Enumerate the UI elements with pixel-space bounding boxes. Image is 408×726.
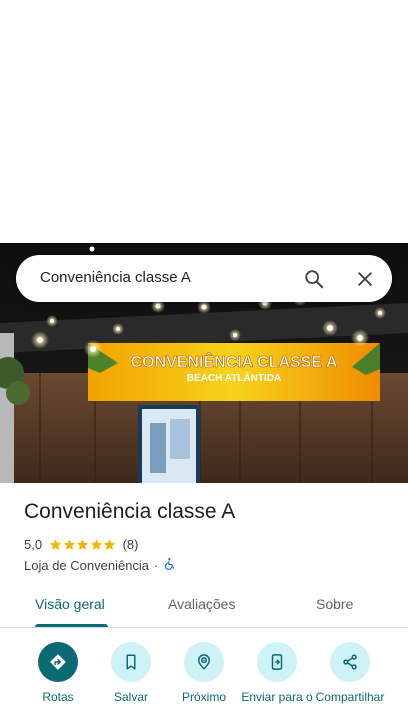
nearby-label: Próximo [181,690,226,704]
place-title: Conveniência classe A [24,500,236,523]
directions-button[interactable]: Rotas [18,642,98,704]
place-tabs: Visão geral Avaliações Sobre [0,585,408,628]
send-to-phone-label: Enviar para o [241,690,313,704]
place-page: CONVENIÊNCIA CLASSE A BEACH ATLÂNTIDA Co… [0,0,408,726]
star-icon [103,538,116,550]
save-label: Salvar [113,690,148,704]
share-label: Compartilhar [315,690,385,704]
tab-indicator [35,624,108,627]
place-category: Loja de Conveniência [24,558,150,573]
tab-reviews[interactable]: Avaliações [168,596,235,612]
nearby-button[interactable]: Próximo [164,642,244,704]
send-to-phone-button[interactable]: Enviar para o [237,642,317,704]
star-icon [49,538,62,550]
tab-overview[interactable]: Visão geral [35,596,105,612]
sign-subtitle: BEACH ATLÂNTIDA [187,371,281,384]
search-bar[interactable]: Conveniência classe A [16,255,392,302]
close-icon[interactable] [351,265,379,293]
review-count: (8) [122,536,139,552]
star-icon [90,538,102,550]
share-button[interactable]: Compartilhar [310,642,390,704]
send-to-phone-icon [257,642,297,682]
wheelchair-icon [163,557,177,574]
separator: · [154,558,159,573]
share-icon [330,642,370,682]
star-icon [63,538,75,550]
search-input[interactable]: Conveniência classe A [40,269,191,286]
rating-value: 5,0 [24,536,43,552]
directions-icon [38,642,78,682]
directions-label: Rotas [42,690,74,704]
save-button[interactable]: Salvar [91,642,171,704]
rating-row[interactable]: 5,0 (8) [24,536,138,552]
rating-stars [49,538,117,551]
nearby-icon [184,642,224,682]
star-icon [76,538,89,550]
tab-about[interactable]: Sobre [316,596,353,612]
bookmark-icon [111,642,151,682]
category-row: Loja de Conveniência · [24,557,177,574]
sign-title: CONVENIÊNCIA CLASSE A [131,352,338,371]
search-icon[interactable] [300,265,328,293]
